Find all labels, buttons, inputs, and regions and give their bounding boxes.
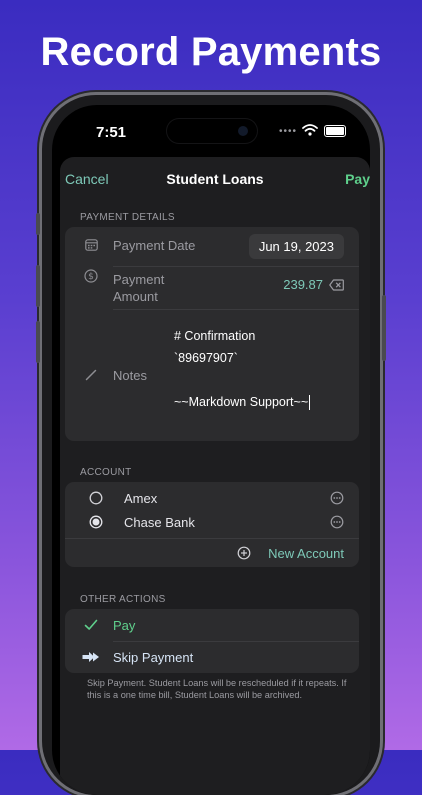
nav-bar: Cancel Student Loans Pay xyxy=(60,157,370,197)
payment-sheet: Cancel Student Loans Pay PAYMENT DETAILS… xyxy=(60,157,370,795)
dollar-circle-icon: $ xyxy=(84,269,98,283)
text-cursor xyxy=(309,395,311,411)
svg-text:$: $ xyxy=(88,272,94,282)
payment-date-picker[interactable]: Jun 19, 2023 xyxy=(248,234,344,259)
account-row-chase-bank[interactable]: Chase Bank xyxy=(65,506,359,530)
payment-amount-label-line2: Amount xyxy=(113,289,158,304)
headline: Record Payments xyxy=(40,30,382,74)
new-account-label: New Account xyxy=(268,546,344,561)
action-button xyxy=(36,213,40,235)
plus-circle-icon xyxy=(237,546,251,560)
notes-line: `89697907` xyxy=(174,351,238,365)
account-name: Amex xyxy=(124,491,158,506)
notes-editor[interactable]: # Confirmation `89697907` ~~Markdown Sup… xyxy=(65,310,359,440)
more-options-icon[interactable] xyxy=(330,491,344,505)
row-divider xyxy=(113,266,359,267)
calendar-icon xyxy=(85,239,98,251)
payment-amount-label-line1: Payment xyxy=(113,272,165,287)
pay-action-row[interactable]: Pay xyxy=(65,609,359,641)
payment-date-label: Payment Date xyxy=(113,238,196,253)
notes-line: # Confirmation xyxy=(174,329,256,343)
section-label-other-actions: OTHER ACTIONS xyxy=(80,594,166,605)
wifi-icon xyxy=(302,124,318,136)
radio-unselected-icon[interactable] xyxy=(89,491,103,505)
account-card: Amex Chase Bank New Account xyxy=(65,482,359,567)
phone-screen: 7:51 •••• Cancel Student Loans Pay PAYME… xyxy=(52,105,370,795)
volume-up-button xyxy=(36,265,40,307)
section-label-payment-details: PAYMENT DETAILS xyxy=(80,212,175,223)
power-button xyxy=(382,295,386,361)
account-name: Chase Bank xyxy=(124,515,195,530)
more-options-icon[interactable] xyxy=(330,515,344,529)
pay-button[interactable]: Pay xyxy=(345,171,370,187)
nav-title: Student Loans xyxy=(166,171,264,187)
notes-line-with-cursor: ~~Markdown Support~~ xyxy=(174,395,311,411)
payment-details-card: Payment Date Jun 19, 2023 $ Payment Amou… xyxy=(65,227,359,441)
status-time: 7:51 xyxy=(96,124,127,141)
other-actions-card: Pay Skip Payment xyxy=(65,609,359,673)
volume-down-button xyxy=(36,321,40,363)
payment-amount-field[interactable]: 239.87 xyxy=(283,277,323,292)
delete-backward-icon[interactable] xyxy=(329,279,344,291)
camera-icon xyxy=(238,126,248,136)
signal-icon: •••• xyxy=(279,126,298,137)
section-label-account: ACCOUNT xyxy=(80,467,132,478)
skip-payment-label: Skip Payment xyxy=(113,650,194,665)
account-row-amex[interactable]: Amex xyxy=(65,482,359,506)
phone-frame: 7:51 •••• Cancel Student Loans Pay PAYME… xyxy=(36,95,386,795)
new-account-button[interactable]: New Account xyxy=(65,539,359,567)
pay-action-label: Pay xyxy=(113,618,136,633)
checkmark-icon xyxy=(84,619,98,630)
status-bar: 7:51 •••• xyxy=(52,105,370,155)
radio-selected-icon[interactable] xyxy=(89,515,103,529)
skip-payment-footnote: Skip Payment. Student Loans will be resc… xyxy=(87,678,347,700)
notes-line: ~~Markdown Support~~ xyxy=(174,395,309,409)
skip-payment-row[interactable]: Skip Payment xyxy=(65,641,359,673)
dynamic-island xyxy=(166,118,258,144)
skip-arrow-icon xyxy=(82,652,99,662)
battery-icon xyxy=(324,125,346,137)
